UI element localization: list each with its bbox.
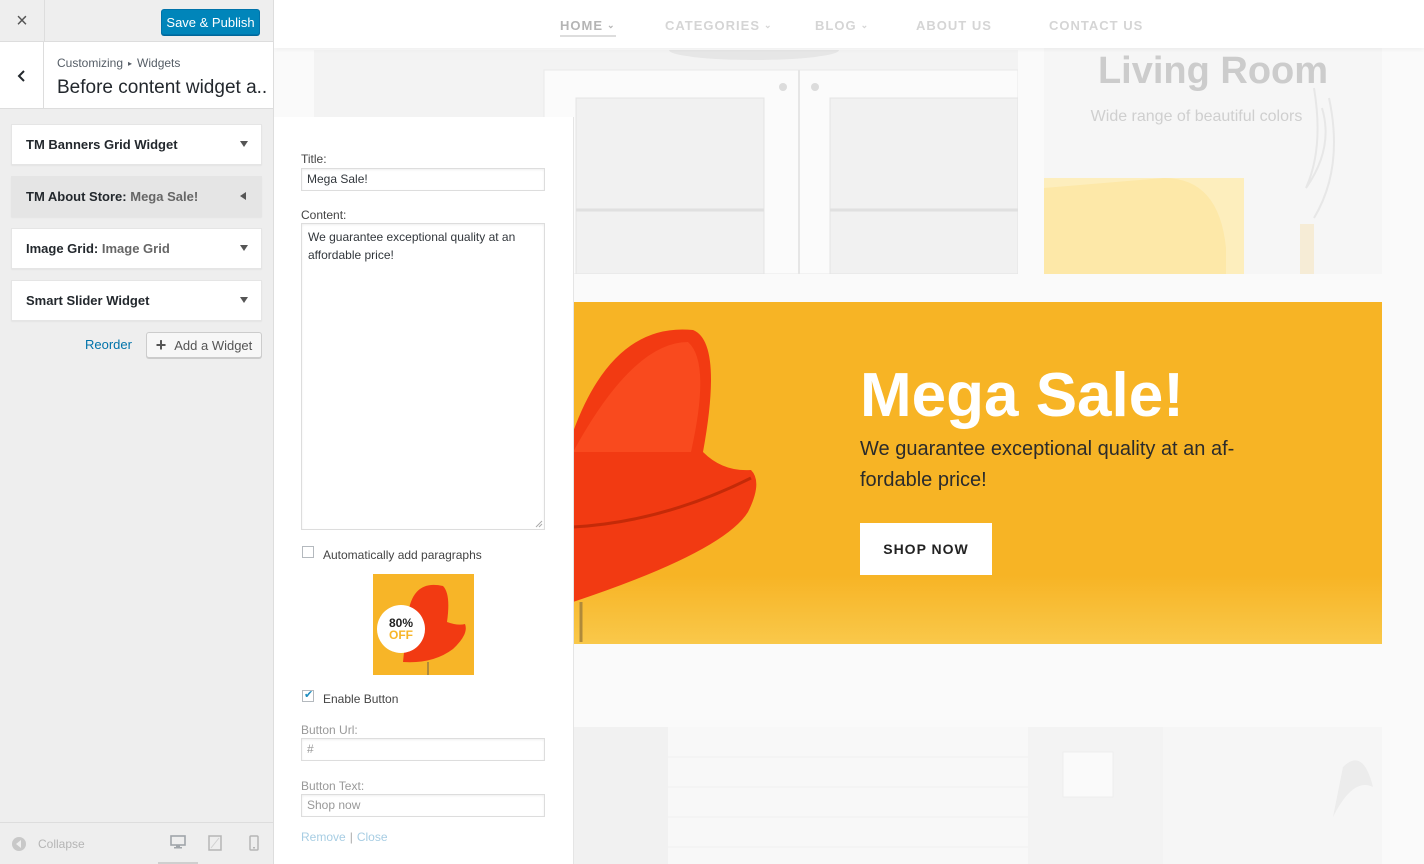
auto-paragraphs-checkbox[interactable]: [302, 546, 314, 558]
widget-title: TM About Store: Mega Sale!: [26, 189, 198, 204]
nav-item-home[interactable]: HOME ⌄: [560, 18, 616, 37]
nav-label: ABOUT US: [916, 18, 992, 33]
nav-item-categories[interactable]: CATEGORIES ⌄: [665, 18, 773, 33]
close-customizer-button[interactable]: ×: [0, 0, 45, 42]
reorder-link[interactable]: Reorder: [85, 337, 132, 352]
nav-label: BLOG: [815, 18, 857, 33]
chevron-left-icon: [17, 69, 25, 82]
tablet-preview-button[interactable]: [208, 835, 222, 856]
breadcrumb-current: Widgets: [137, 56, 181, 70]
nav-item-blog[interactable]: BLOG ⌄: [815, 18, 869, 33]
mobile-preview-button[interactable]: [249, 835, 259, 856]
nav-label: HOME: [560, 18, 603, 33]
widget-image-preview[interactable]: 80% OFF: [373, 574, 474, 675]
remove-widget-link[interactable]: Remove: [301, 830, 346, 844]
room-subtitle: Wide range of beautiful colors: [1090, 108, 1303, 125]
widget-banners-grid[interactable]: TM Banners Grid Widget: [11, 124, 262, 165]
save-publish-button[interactable]: Save & Publish: [161, 9, 260, 35]
customizer-header: × Save & Publish: [0, 0, 273, 42]
desktop-icon: [170, 835, 186, 849]
enable-button-label: Enable Button: [323, 692, 399, 706]
widget-title-text: Smart Slider Widget: [26, 293, 150, 308]
shop-now-button[interactable]: SHOP NOW: [860, 523, 992, 575]
brick-wall-illustration: [573, 727, 1382, 864]
breadcrumb-separator-icon: ▸: [128, 59, 133, 68]
chevron-down-icon: ⌄: [860, 20, 870, 30]
tablet-icon: [208, 835, 222, 851]
room-title: Living Room: [1097, 50, 1329, 92]
sale-text: We guarantee exceptional quality at an a…: [860, 438, 1235, 491]
widget-subtitle: Mega Sale!: [130, 189, 199, 204]
enable-button-checkbox[interactable]: [302, 688, 314, 702]
button-url-input[interactable]: #: [301, 738, 545, 761]
customizer-footer: Collapse: [0, 822, 273, 864]
widget-smart-slider[interactable]: Smart Slider Widget: [11, 280, 262, 321]
add-widget-label: Add a Widget: [174, 337, 253, 353]
title-label: Title:: [301, 152, 327, 166]
collapse-button[interactable]: Collapse: [12, 837, 85, 851]
nav-item-contact-us[interactable]: CONTACT US: [1049, 18, 1143, 33]
customizer-sidebar: × Save & Publish Customizing ▸ Widgets Bef…: [0, 0, 274, 864]
smartphone-icon: [249, 835, 259, 851]
breadcrumb-root: Customizing: [57, 56, 124, 70]
sale-title: Mega Sale!: [860, 361, 1184, 430]
arrow-down-icon[interactable]: [240, 245, 248, 251]
close-widget-link[interactable]: Close: [357, 830, 388, 844]
chevron-down-icon: ⌄: [607, 20, 616, 30]
widget-image-grid[interactable]: Image Grid: Image Grid: [11, 228, 262, 269]
back-button[interactable]: [0, 42, 44, 109]
desktop-preview-button[interactable]: [158, 835, 198, 864]
arrow-down-icon[interactable]: [240, 141, 248, 147]
widget-title: Image Grid: Image Grid: [26, 241, 170, 256]
add-widget-button[interactable]: + Add a Widget: [146, 332, 262, 358]
button-url-label: Button Url:: [301, 723, 358, 737]
widget-title-text: TM Banners Grid Widget: [26, 137, 178, 152]
nav-item-about-us[interactable]: ABOUT US: [916, 18, 992, 33]
collapse-arrow-icon: [12, 837, 26, 851]
mega-sale-banner: Mega Sale! We guarantee exceptional qual…: [573, 302, 1382, 644]
discount-badge: 80% OFF: [377, 617, 425, 641]
widget-settings-panel: Title: Mega Sale! Content: We guarantee …: [274, 117, 574, 864]
bottom-gallery-image: [573, 727, 1382, 864]
widget-title: Smart Slider Widget: [26, 293, 149, 308]
widget-title-text: Image Grid:: [26, 241, 99, 256]
section-header: Customizing ▸ Widgets Before content widge…: [0, 42, 273, 109]
red-chair-illustration: [573, 329, 757, 642]
widget-subtitle: Image Grid: [101, 241, 170, 256]
breadcrumb: Customizing ▸ Widgets: [57, 56, 180, 70]
resize-handle-icon[interactable]: [535, 520, 543, 528]
section-title: Before content widget a...: [57, 77, 267, 98]
plus-icon: +: [155, 335, 167, 355]
widget-about-store[interactable]: TM About Store: Mega Sale!: [11, 176, 262, 217]
widget-title-text: TM About Store:: [26, 189, 127, 204]
widget-actions: Remove | Close: [301, 830, 388, 844]
actions-separator: |: [349, 830, 353, 844]
nav-label: CATEGORIES: [665, 18, 760, 33]
title-input[interactable]: Mega Sale!: [301, 168, 545, 191]
collapse-label: Collapse: [38, 837, 85, 851]
arrow-left-icon[interactable]: [240, 192, 246, 200]
discount-off: OFF: [389, 628, 413, 642]
main-navigation: HOME ⌄ CATEGORIES ⌄ BLOG ⌄ ABOUT US CONTACT…: [274, 0, 1424, 48]
chevron-down-icon: ⌄: [764, 20, 773, 30]
content-label: Content:: [301, 208, 347, 222]
button-text-label: Button Text:: [301, 779, 365, 793]
living-room-banner[interactable]: Living Room Wide range of beautiful colo…: [1044, 48, 1382, 274]
button-text-input[interactable]: Shop now: [301, 794, 545, 817]
auto-paragraphs-label: Automatically add paragraphs: [323, 548, 482, 562]
widget-title: TM Banners Grid Widget: [26, 137, 178, 152]
content-textarea[interactable]: We guarantee exceptional quality at an a…: [301, 223, 545, 530]
nav-label: CONTACT US: [1049, 18, 1144, 33]
arrow-down-icon[interactable]: [240, 297, 248, 303]
